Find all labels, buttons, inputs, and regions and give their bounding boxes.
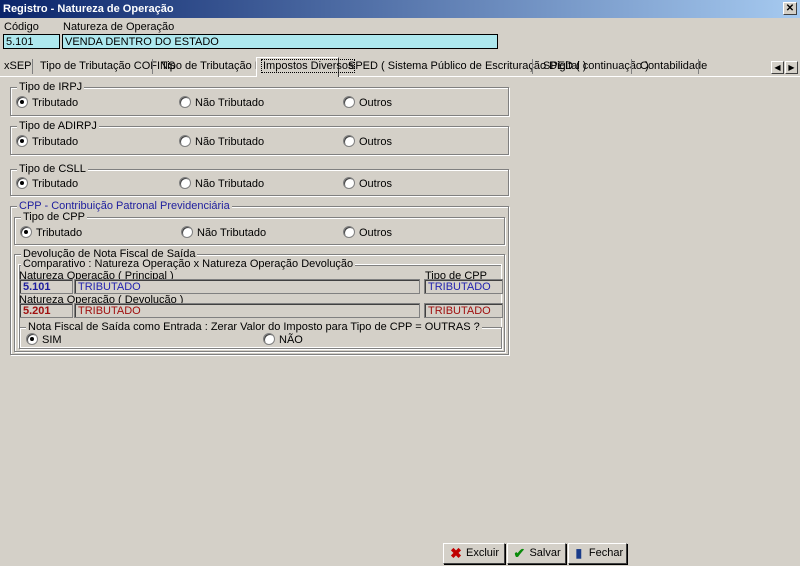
adirpj-outros-radio[interactable]: Outros	[343, 135, 393, 148]
radio-icon	[343, 226, 355, 239]
csll-group: Tipo de CSLL Tributado Não Tributado Out…	[10, 163, 509, 196]
devolucao-group: Devolução de Nota Fiscal de Saída Compar…	[14, 248, 505, 352]
csll-group-title: Tipo de CSLL	[17, 163, 88, 175]
radio-label: Outros	[359, 97, 393, 109]
adirpj-nao-tributado-radio[interactable]: Não Tributado	[179, 135, 265, 148]
radio-label: Não Tributado	[197, 227, 267, 239]
radio-checked-icon	[20, 226, 32, 239]
radio-label: Tributado	[32, 97, 79, 109]
codigo-input[interactable]: 5.101	[3, 34, 60, 49]
tab-separator	[32, 59, 33, 74]
cpp-tributado-radio[interactable]: Tributado	[20, 226, 83, 239]
irpj-group-title: Tipo de IRPJ	[17, 81, 85, 93]
radio-icon	[263, 333, 275, 346]
adirpj-group-title: Tipo de ADIRPJ	[17, 120, 99, 132]
radio-label: Outros	[359, 227, 393, 239]
zerar-group: Nota Fiscal de Saída como Entrada : Zera…	[19, 321, 502, 349]
radio-label: Tributado	[32, 136, 79, 148]
radio-label: Não Tributado	[195, 97, 265, 109]
adirpj-group: Tipo de ADIRPJ Tributado Não Tributado O…	[10, 120, 509, 155]
radio-icon	[179, 177, 191, 190]
tab-scroll-right-icon[interactable]: ▶	[785, 61, 798, 74]
radio-icon	[181, 226, 193, 239]
cpp-group: CPP - Contribuição Patronal Previdenciár…	[10, 200, 509, 355]
cpp-nao-tributado-radio[interactable]: Não Tributado	[181, 226, 267, 239]
irpj-group: Tipo de IRPJ Tributado Não Tributado Out…	[10, 81, 509, 116]
principal-tipo-field: TRIBUTADO	[424, 279, 503, 294]
principal-code-field: 5.101	[19, 279, 73, 294]
codigo-label: Código	[4, 21, 39, 33]
door-exit-icon: ▮	[575, 546, 583, 561]
tab-separator	[698, 59, 699, 74]
comparativo-title: Comparativo : Natureza Operação x Nature…	[21, 258, 356, 270]
radio-label: Não Tributado	[195, 136, 265, 148]
devolucao-code-field: 5.201	[19, 303, 73, 318]
natureza-input[interactable]: VENDA DENTRO DO ESTADO	[62, 34, 498, 49]
csll-nao-tributado-radio[interactable]: Não Tributado	[179, 177, 265, 190]
radio-checked-icon	[26, 333, 38, 346]
radio-icon	[179, 96, 191, 109]
window-titlebar: Registro - Natureza de Operação ✕	[0, 0, 800, 18]
csll-tributado-radio[interactable]: Tributado	[16, 177, 79, 190]
tab-separator	[152, 59, 153, 74]
irpj-tributado-radio[interactable]: Tributado	[16, 96, 79, 109]
salvar-label: Salvar	[529, 547, 561, 559]
fechar-button[interactable]: ▮ Fechar	[568, 543, 627, 564]
zerar-nao-radio[interactable]: NÃO	[263, 333, 303, 346]
checkmark-icon: ✔	[513, 545, 526, 562]
natureza-label: Natureza de Operação	[63, 21, 175, 33]
devolucao-desc-field: TRIBUTADO	[74, 303, 420, 318]
radio-label: SIM	[42, 334, 62, 346]
devolucao-tipo-field: TRIBUTADO	[424, 303, 503, 318]
zerar-sim-radio[interactable]: SIM	[26, 333, 62, 346]
tab-separator	[631, 59, 632, 74]
delete-x-icon: ✖	[450, 545, 462, 562]
close-icon[interactable]: ✕	[783, 2, 797, 15]
tab-scroll-left-icon[interactable]: ◀	[771, 61, 784, 74]
excluir-button[interactable]: ✖ Excluir	[443, 543, 505, 564]
cpp-tipo-group: Tipo de CPP Tributado Não Tributado Outr…	[14, 211, 505, 245]
radio-label: Outros	[359, 178, 393, 190]
tab-bar: xSEP Tipo de Tributação COFINS Tipo de T…	[0, 57, 800, 77]
cpp-tipo-title: Tipo de CPP	[21, 211, 87, 223]
fechar-label: Fechar	[588, 547, 624, 559]
radio-label: Não Tributado	[195, 178, 265, 190]
radio-icon	[343, 177, 355, 190]
irpj-outros-radio[interactable]: Outros	[343, 96, 393, 109]
cpp-outros-radio[interactable]: Outros	[343, 226, 393, 239]
radio-label: Tributado	[36, 227, 83, 239]
tab-impostos-label: Impostos Diversos	[261, 59, 356, 73]
csll-outros-radio[interactable]: Outros	[343, 177, 393, 190]
salvar-button[interactable]: ✔ Salvar	[507, 543, 566, 564]
radio-checked-icon	[16, 135, 28, 148]
radio-label: Outros	[359, 136, 393, 148]
radio-label: Tributado	[32, 178, 79, 190]
tab-xsep[interactable]: xSEP	[0, 59, 36, 76]
adirpj-tributado-radio[interactable]: Tributado	[16, 135, 79, 148]
irpj-nao-tributado-radio[interactable]: Não Tributado	[179, 96, 265, 109]
zerar-title: Nota Fiscal de Saída como Entrada : Zera…	[26, 321, 482, 333]
tab-impostos-diversos[interactable]: Impostos Diversos	[256, 57, 356, 77]
radio-label: NÃO	[279, 334, 303, 346]
radio-icon	[179, 135, 191, 148]
radio-checked-icon	[16, 96, 28, 109]
window-title: Registro - Natureza de Operação	[3, 3, 174, 15]
radio-icon	[343, 96, 355, 109]
tab-contabilidade[interactable]: Contabilidade	[636, 59, 711, 76]
excluir-label: Excluir	[466, 547, 500, 559]
principal-desc-field: TRIBUTADO	[74, 279, 420, 294]
tab-separator	[532, 59, 533, 74]
radio-checked-icon	[16, 177, 28, 190]
radio-icon	[343, 135, 355, 148]
